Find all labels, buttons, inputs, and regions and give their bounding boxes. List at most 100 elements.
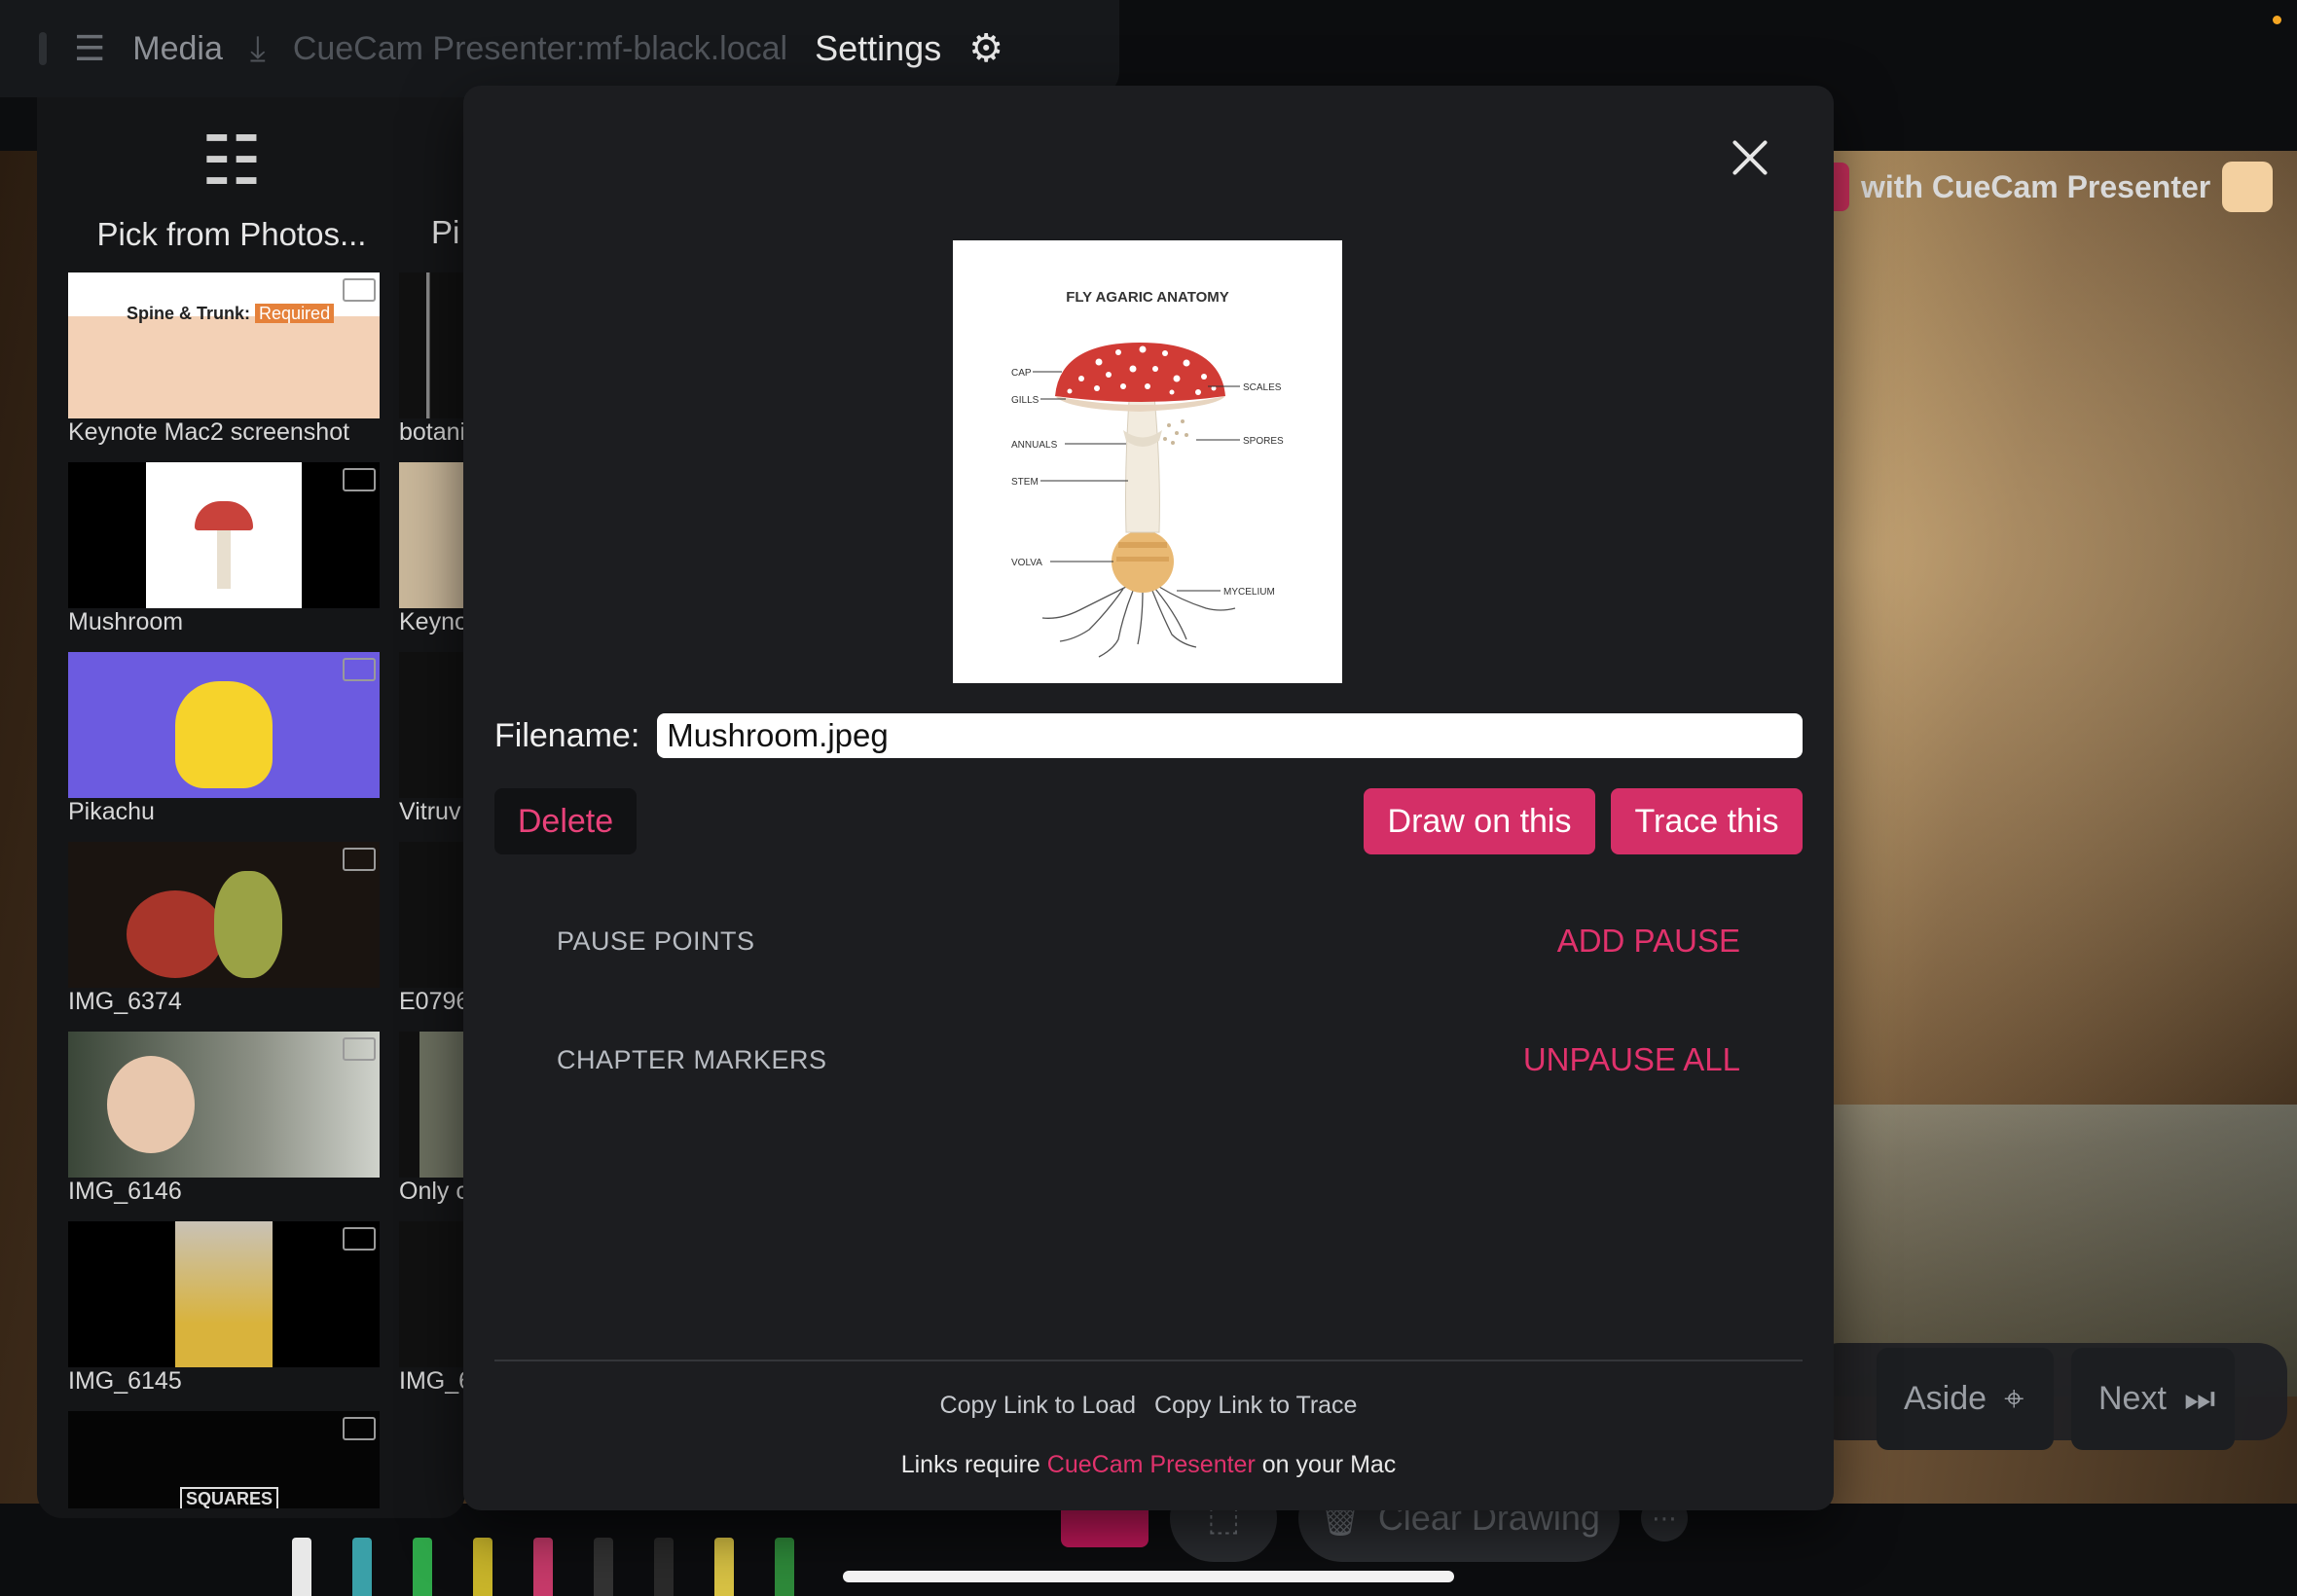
media-column-1: Spine & Trunk: Required Keynote Mac2 scr… bbox=[68, 272, 380, 1596]
label-mycelium: MYCELIUM bbox=[1223, 587, 1275, 598]
filename-label: Filename: bbox=[494, 716, 640, 754]
media-item[interactable]: E0796 bbox=[399, 842, 467, 1032]
slide-badge-icon bbox=[343, 278, 376, 302]
label-scales: SCALES bbox=[1243, 382, 1282, 393]
trace-this-button[interactable]: Trace this bbox=[1611, 788, 1803, 854]
squares-logo: SQUARES bbox=[180, 1487, 279, 1508]
image-badge-icon bbox=[343, 1417, 376, 1440]
media-item[interactable]: Spine & Trunk: Required Keynote Mac2 scr… bbox=[68, 272, 380, 462]
thumbnail bbox=[68, 652, 380, 798]
thumbnail: Spine & Trunk: Required bbox=[68, 272, 380, 418]
label-cap: CAP bbox=[1011, 368, 1032, 379]
status-dot bbox=[2273, 16, 2281, 24]
media-item[interactable]: Mushroom bbox=[68, 462, 380, 652]
delete-button[interactable]: Delete bbox=[494, 788, 637, 854]
pen-yellow[interactable] bbox=[473, 1538, 492, 1596]
filename-row: Filename: bbox=[494, 713, 1803, 758]
video-badge-icon bbox=[343, 1037, 376, 1061]
thumbnail bbox=[399, 652, 467, 798]
label-annuals: ANNUALS bbox=[1011, 440, 1058, 451]
pen-plant[interactable] bbox=[775, 1538, 794, 1596]
pen-dark[interactable] bbox=[654, 1538, 674, 1596]
next-label: Next bbox=[2098, 1380, 2167, 1417]
top-bar: ☰ Media ⤓ CueCam Presenter:mf-black.loca… bbox=[0, 0, 1119, 97]
pen-white[interactable] bbox=[292, 1538, 311, 1596]
aside-button[interactable]: Aside ⌖ bbox=[1877, 1348, 2054, 1450]
unpause-all-button[interactable]: UNPAUSE ALL bbox=[1523, 1041, 1740, 1078]
keynote-title: Spine & Trunk: bbox=[127, 304, 251, 323]
links-note: Links require CueCam Presenter on your M… bbox=[463, 1451, 1834, 1479]
links-note-prefix: Links require bbox=[900, 1451, 1040, 1478]
image-badge-icon bbox=[343, 848, 376, 871]
pick-from-photos-button[interactable]: ☷ Pick from Photos... bbox=[86, 127, 378, 253]
media-caption: Pikachu bbox=[68, 798, 155, 825]
media-item[interactable]: IMG_6145 bbox=[68, 1221, 380, 1411]
filename-input[interactable] bbox=[657, 713, 1803, 758]
pen-black[interactable] bbox=[594, 1538, 613, 1596]
links-note-suffix: on your Mac bbox=[1261, 1451, 1397, 1478]
pen-hazard[interactable] bbox=[714, 1538, 734, 1596]
label-spores: SPORES bbox=[1243, 436, 1284, 447]
add-pause-button[interactable]: ADD PAUSE bbox=[1557, 923, 1740, 960]
chapter-markers-label: CHAPTER MARKERS bbox=[557, 1045, 827, 1074]
media-caption: IMG_6 bbox=[399, 1367, 467, 1395]
media-caption: Mushroom bbox=[68, 608, 184, 635]
thumbnail bbox=[399, 1032, 467, 1178]
thumbnail bbox=[399, 272, 467, 418]
keynote-tag: Required bbox=[255, 304, 335, 323]
pick-from-photos-label: Pick from Photos... bbox=[96, 216, 367, 252]
cuecam-presenter-link[interactable]: CueCam Presenter bbox=[1047, 1451, 1256, 1478]
thumbnail bbox=[68, 1032, 380, 1178]
media-item[interactable]: IMG_6146 bbox=[68, 1032, 380, 1221]
gear-icon[interactable]: ⚙ bbox=[968, 26, 1003, 71]
banner-text: with CueCam Presenter bbox=[1861, 168, 2211, 204]
media-item[interactable]: IMG_6 bbox=[399, 1221, 467, 1411]
drag-handle[interactable] bbox=[39, 32, 47, 65]
media-caption: botani bbox=[399, 418, 466, 446]
label-gills: GILLS bbox=[1011, 395, 1039, 406]
media-item[interactable]: Only c bbox=[399, 1032, 467, 1221]
spores-dots bbox=[1163, 419, 1188, 445]
media-caption: Keyno bbox=[399, 608, 467, 635]
media-list-icon: ☰ bbox=[74, 28, 106, 68]
next-button[interactable]: Next ⏭ bbox=[2071, 1348, 2235, 1450]
media-caption: IMG_6145 bbox=[68, 1367, 182, 1395]
label-stem: STEM bbox=[1011, 477, 1039, 488]
aside-label: Aside bbox=[1904, 1380, 1987, 1417]
download-icon: ⤓ bbox=[249, 27, 266, 68]
media-caption: Keynote Mac2 screenshot bbox=[68, 418, 350, 446]
media-caption: IMG_6374 bbox=[68, 988, 182, 1015]
pick-other-button[interactable]: Pi bbox=[431, 214, 459, 251]
copy-link-to-trace-button[interactable]: Copy Link to Trace bbox=[1154, 1392, 1357, 1419]
home-indicator[interactable] bbox=[843, 1571, 1454, 1582]
skip-next-icon: ⏭ bbox=[2183, 1378, 2216, 1418]
pause-points-label: PAUSE POINTS bbox=[557, 926, 755, 956]
pen-teal[interactable] bbox=[352, 1538, 372, 1596]
presenter-banner: with CueCam Presenter bbox=[1820, 158, 2297, 216]
draw-on-this-button[interactable]: Draw on this bbox=[1364, 788, 1595, 854]
copy-links-row: Copy Link to Load Copy Link to Trace bbox=[463, 1392, 1834, 1420]
presenter-connection[interactable]: CueCam Presenter:mf-black.local bbox=[293, 30, 787, 68]
card-icon bbox=[2222, 162, 2274, 212]
media-tab[interactable]: Media bbox=[132, 30, 223, 68]
thumbnail bbox=[68, 842, 380, 988]
media-item[interactable]: Keyno bbox=[399, 462, 467, 652]
thumbnail bbox=[399, 462, 467, 608]
pen-tray bbox=[292, 1528, 1032, 1596]
media-item[interactable]: Vitruv bbox=[399, 652, 467, 842]
thumbnail bbox=[68, 1221, 380, 1367]
media-column-2: botani Keyno Vitruv E0796 Only c IMG_6 bbox=[399, 272, 467, 1411]
thumbnail bbox=[68, 462, 380, 608]
settings-label[interactable]: Settings bbox=[815, 28, 941, 69]
media-item[interactable]: IMG_6374 bbox=[68, 842, 380, 1032]
video-badge-icon bbox=[343, 1227, 376, 1251]
pen-pink[interactable] bbox=[533, 1538, 553, 1596]
media-item[interactable]: botani bbox=[399, 272, 467, 462]
image-badge-icon bbox=[343, 468, 376, 491]
media-item[interactable]: Pikachu bbox=[68, 652, 380, 842]
pen-green[interactable] bbox=[413, 1538, 432, 1596]
thumbnail bbox=[399, 1221, 467, 1367]
copy-link-to-load-button[interactable]: Copy Link to Load bbox=[940, 1392, 1137, 1419]
media-caption: E0796 bbox=[399, 988, 467, 1015]
close-icon[interactable] bbox=[1731, 138, 1769, 177]
